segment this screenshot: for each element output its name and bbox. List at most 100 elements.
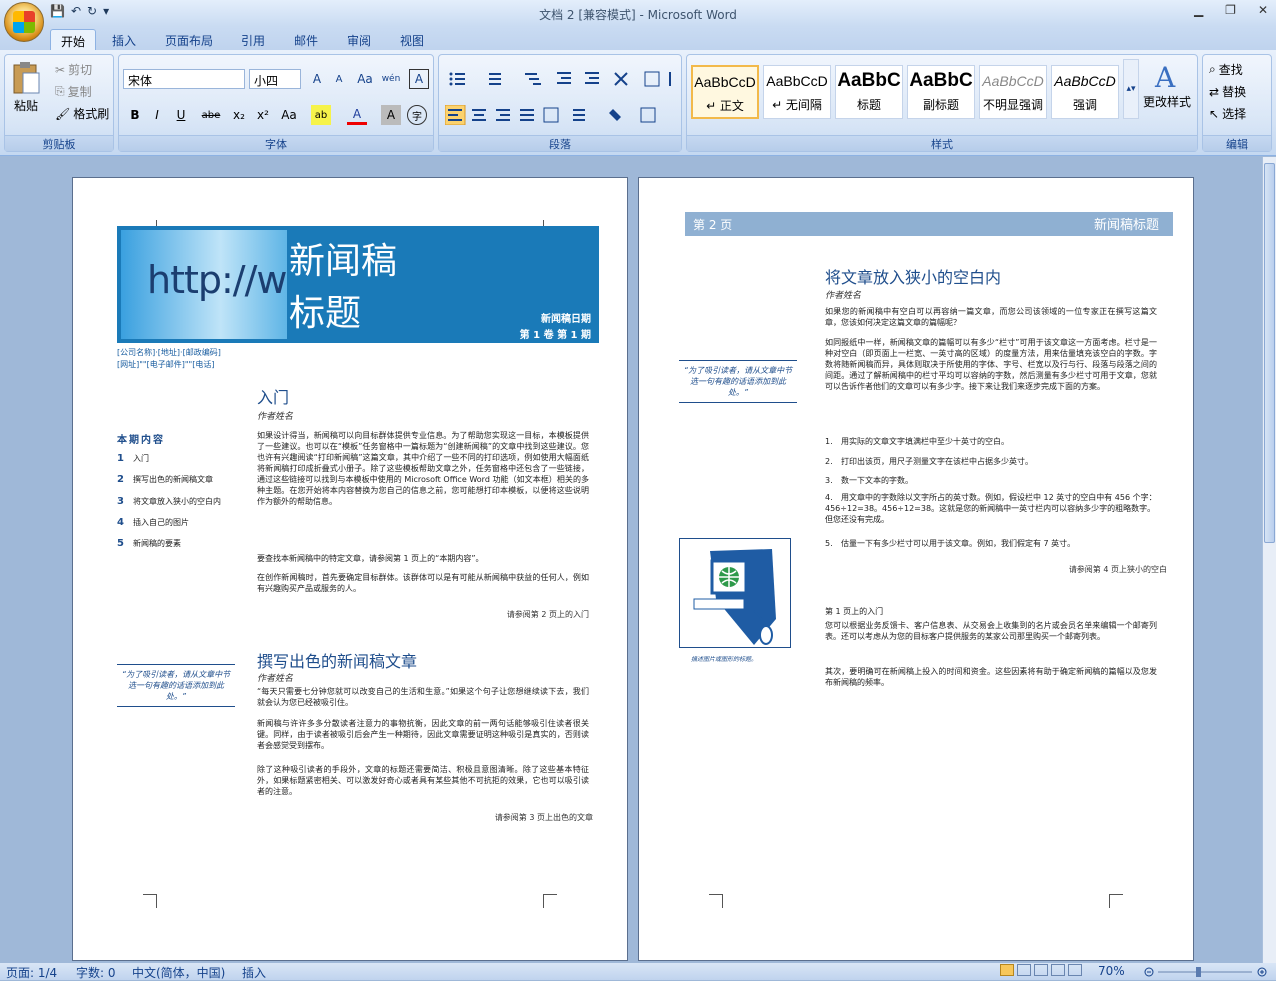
superscript-button[interactable]: x² — [253, 105, 273, 125]
copy-icon: ⎘ — [55, 84, 65, 98]
font-color-button[interactable]: A — [347, 105, 367, 125]
see-also-link[interactable]: 请参阅第 4 页上狭小的空白 — [939, 564, 1167, 575]
tab-view[interactable]: 视图 — [390, 29, 434, 50]
office-logo-icon — [13, 11, 35, 33]
font-group-label: 字体 — [119, 135, 433, 151]
grow-font-button[interactable]: A — [307, 69, 327, 89]
close-button[interactable]: ✕ — [1258, 3, 1268, 17]
list-buttons-icon[interactable] — [445, 69, 677, 89]
toc-item[interactable]: 4 插入自己的图片 — [117, 517, 189, 528]
insert-mode[interactable]: 插入 — [242, 964, 266, 981]
redo-icon[interactable]: ↻ — [87, 4, 97, 18]
body-paragraph: 要查找本新闻稿中的特定文章，请参阅第 1 页上的“本期内容”。 — [257, 554, 484, 563]
change-case-button[interactable]: Aa — [279, 105, 299, 125]
section-title-getting-started: 入门 — [257, 388, 290, 407]
banner-image: http://www — [121, 230, 287, 339]
see-also-link[interactable]: 请参阅第 2 页上的入门 — [373, 609, 589, 620]
copy-button[interactable]: ⎘ 复制 — [55, 83, 92, 100]
crop-mark — [1109, 894, 1123, 908]
page-2[interactable]: 第 2 页 新闻稿标题 将文章放入狭小的空白内 作者姓名 如果您的新闻稿中有空白… — [638, 177, 1194, 961]
maximize-button[interactable]: ❐ — [1225, 3, 1236, 17]
language-indicator[interactable]: 中文(简体，中国) — [132, 964, 225, 981]
change-styles-icon: A — [1154, 61, 1176, 91]
newsletter-picture[interactable] — [679, 538, 791, 648]
alignment-buttons-icon[interactable] — [445, 105, 677, 125]
cut-button[interactable]: ✂ 剪切 — [55, 61, 92, 78]
vertical-scrollbar[interactable] — [1262, 157, 1276, 963]
strikethrough-button[interactable]: abe — [201, 105, 221, 125]
paragraph-group: 段落 — [438, 54, 682, 152]
subscript-button[interactable]: x₂ — [229, 105, 249, 125]
page-count[interactable]: 页面: 1/4 — [6, 964, 57, 981]
minimize-button[interactable]: ▁ — [1194, 3, 1203, 17]
char-shading-button[interactable]: A — [381, 105, 401, 125]
draft-icon[interactable] — [1068, 964, 1082, 976]
quick-access-toolbar: 💾 ↶ ↻ ▾ — [50, 4, 109, 18]
change-styles-button[interactable]: A 更改样式 — [1143, 61, 1191, 110]
font-size-select[interactable]: 小四 — [249, 69, 301, 89]
zoom-level[interactable]: 70% — [1098, 964, 1125, 978]
highlight-button[interactable]: ab — [311, 105, 331, 125]
list-item: 1. 用实际的文章文字填满栏中至少十英寸的空白。 — [825, 437, 1009, 446]
title-bar: 文档 2 [兼容模式] - Microsoft Word 💾 ↶ ↻ ▾ ▁ ❐… — [0, 0, 1276, 27]
continued-heading: 第 1 页上的入门 — [825, 607, 884, 616]
italic-button[interactable]: I — [147, 105, 167, 125]
svg-text:A: A — [1154, 61, 1176, 91]
page-1[interactable]: http://www 新闻稿 标题 新闻稿日期 第 1 卷 第 1 期 [公司名… — [72, 177, 628, 961]
newsletter-title-line1: 新闻稿 — [289, 241, 398, 282]
select-button[interactable]: ↖ 选择 — [1209, 105, 1246, 122]
undo-icon[interactable]: ↶ — [71, 4, 81, 18]
toc-item[interactable]: 3 将文章放入狭小的空白内 — [117, 496, 221, 507]
paste-button[interactable]: 粘贴 — [11, 61, 41, 114]
print-layout-icon[interactable] — [1000, 964, 1014, 976]
tab-references[interactable]: 引用 — [231, 29, 275, 50]
phonetic-guide-button[interactable]: wén — [381, 69, 401, 89]
style-subtitle[interactable]: AaBbC 副标题 — [907, 65, 975, 119]
toc-item[interactable]: 1 入门 — [117, 453, 149, 464]
toc-item[interactable]: 5 新闻稿的要素 — [117, 538, 181, 549]
tab-review[interactable]: 审阅 — [337, 29, 381, 50]
toc-item[interactable]: 2 撰写出色的新闻稿文章 — [117, 474, 213, 485]
see-also-link[interactable]: 请参阅第 3 页上出色的文章 — [373, 812, 593, 823]
document-area[interactable]: http://www 新闻稿 标题 新闻稿日期 第 1 卷 第 1 期 [公司名… — [0, 157, 1262, 963]
body-paragraph: 如同报纸中一样，新闻稿文章的篇幅可以有多少“栏寸”可用于该文章这一方面考虑。栏寸… — [825, 338, 1157, 391]
underline-button[interactable]: U — [171, 105, 191, 125]
tab-mailings[interactable]: 邮件 — [284, 29, 328, 50]
tab-insert[interactable]: 插入 — [102, 29, 146, 50]
clipboard-group-label: 剪贴板 — [5, 135, 113, 151]
style-no-spacing[interactable]: AaBbCcD ↵ 无间隔 — [763, 65, 831, 119]
style-subtle-emphasis[interactable]: AaBbCcD 不明显强调 — [979, 65, 1047, 119]
list-item: 5. 估量一下有多少栏寸可以用于该文章。例如，我们假定有 7 英寸。 — [825, 539, 1076, 548]
char-border-button[interactable]: A — [409, 69, 429, 89]
format-painter-button[interactable]: 🖌 格式刷 — [55, 105, 109, 122]
web-layout-icon[interactable] — [1034, 964, 1048, 976]
style-normal[interactable]: AaBbCcD ↵ 正文 — [691, 65, 759, 119]
shrink-font-button[interactable]: A — [329, 69, 349, 89]
tab-page-layout[interactable]: 页面布局 — [155, 29, 223, 50]
zoom-slider[interactable] — [1144, 966, 1268, 977]
style-emphasis[interactable]: AaBbCcD 强调 — [1051, 65, 1119, 119]
office-button[interactable] — [4, 2, 44, 42]
tab-home[interactable]: 开始 — [50, 29, 97, 50]
replace-button[interactable]: ⇄ 替换 — [1209, 83, 1246, 100]
word-count[interactable]: 字数: 0 — [76, 964, 116, 981]
contact-info: [网址]""[电子邮件]""[电话] — [117, 360, 215, 369]
bold-button[interactable]: B — [125, 105, 145, 125]
style-heading[interactable]: AaBbC 标题 — [835, 65, 903, 119]
newsletter-volume: 第 1 卷 第 1 期 — [519, 330, 591, 341]
body-paragraph: 您可以根据业务反馈卡、客户信息表、从交易会上收集到的名片或会员名单来编辑一个邮寄… — [825, 621, 1157, 641]
full-screen-reading-icon[interactable] — [1017, 964, 1031, 976]
outline-icon[interactable] — [1051, 964, 1065, 976]
styles-scroll-button[interactable]: ▴▾ — [1123, 59, 1139, 119]
qat-more-icon[interactable]: ▾ — [103, 4, 109, 18]
font-name-select[interactable]: 宋体 — [123, 69, 245, 89]
body-paragraph: 如果设计得当，新闻稿可以向目标群体提供专业信息。为了帮助您实现这一目标，本模板提… — [257, 431, 589, 506]
picture-caption: 描述图片或图形的标题。 — [691, 656, 758, 663]
save-icon[interactable]: 💾 — [50, 4, 65, 18]
enclose-char-button[interactable]: 字 — [407, 105, 427, 125]
scrollbar-thumb[interactable] — [1264, 163, 1275, 543]
find-button[interactable]: ⌕ 查找 — [1209, 61, 1243, 78]
header-page-number: 第 2 页 — [693, 218, 733, 232]
view-buttons[interactable] — [1000, 964, 1082, 976]
clear-format-button[interactable]: Aa — [355, 69, 375, 89]
